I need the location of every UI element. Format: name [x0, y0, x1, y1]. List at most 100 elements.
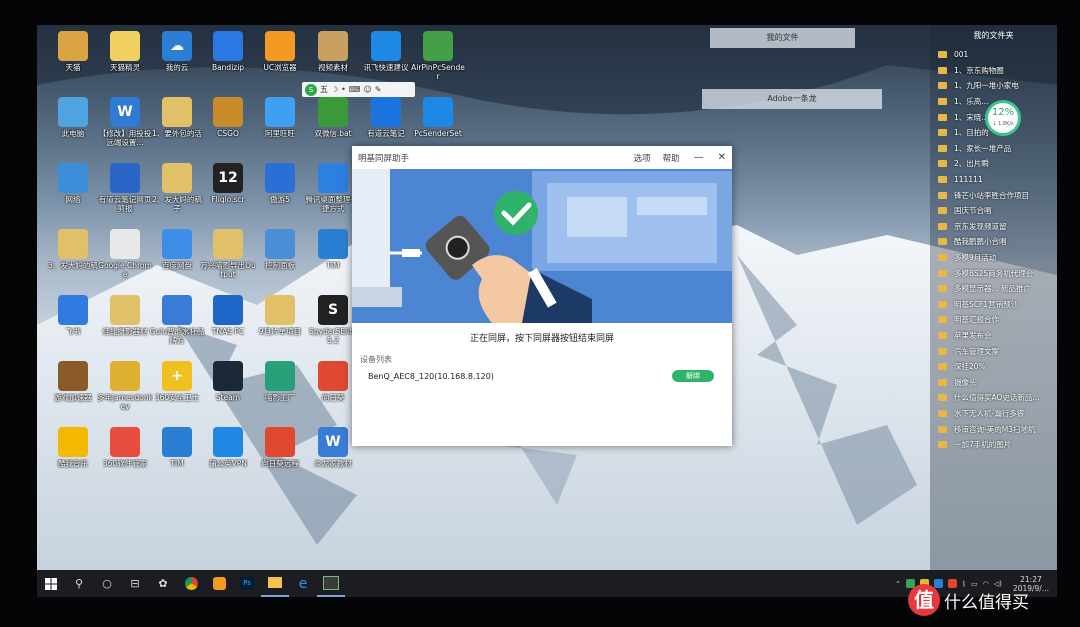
fence-folder-item[interactable]: 明基汇报合作	[930, 312, 1057, 328]
fence-folder-item[interactable]: 多模9月活动	[930, 250, 1057, 266]
dialog-titlebar[interactable]: 明基同屏助手 选项 帮助 — ✕	[352, 146, 732, 169]
fence-folder-item[interactable]: 国庆节合唱	[930, 203, 1057, 219]
desktop-icon[interactable]: 天猫精灵	[97, 31, 153, 91]
fence-folder-item[interactable]: 1、家长一堆产品	[930, 141, 1057, 157]
desktop-icon[interactable]: 2、发大妈的稿子	[149, 163, 205, 223]
pinwheel-icon[interactable]: ✿	[149, 570, 177, 597]
fence-folder-item[interactable]: 深挂20%	[930, 359, 1057, 375]
search-icon[interactable]: ⚲	[65, 570, 93, 597]
cortana-icon[interactable]: ○	[93, 570, 121, 597]
desktop-icon[interactable]: Google Chrome	[97, 229, 153, 289]
chrome-taskbar-icon[interactable]	[177, 570, 205, 597]
fence-folder-item[interactable]: 锋芒小站李胜合作项目	[930, 187, 1057, 203]
fence-folder-label: 什么值得买AO史话新品...	[954, 393, 1040, 403]
desktop-icon[interactable]: 飞书	[45, 295, 101, 355]
top-panel-adobe[interactable]: Adobe一条龙	[702, 89, 882, 109]
desktop-icon[interactable]: 此电脑	[45, 97, 101, 157]
file-explorer-taskbar-icon[interactable]	[261, 570, 289, 597]
desktop-icon[interactable]: UC浏览器	[252, 31, 308, 91]
close-button[interactable]: ✕	[718, 152, 726, 163]
desktop-icon[interactable]: Bandizip	[200, 31, 256, 91]
sogou-icon[interactable]: S	[305, 83, 317, 96]
windows-start-icon[interactable]	[37, 570, 65, 597]
tools-icon[interactable]: ✎	[375, 85, 382, 94]
desktop-icon[interactable]: W 【修改】用投投远端设置...	[97, 97, 153, 157]
desktop-icon[interactable]: 游戏加速器	[45, 361, 101, 421]
fence-folder-item[interactable]: 001	[930, 47, 1057, 63]
desktop-icon[interactable]: Steam	[200, 361, 256, 421]
desktop-icon[interactable]: 1、要外包的活	[149, 97, 205, 157]
fence-folder-item[interactable]: 1、九阳一堆小家电	[930, 78, 1057, 94]
desktop-icon[interactable]: 12 Fliqlo.scr	[200, 163, 256, 223]
desktop-icon[interactable]: 网络	[45, 163, 101, 223]
help-menu[interactable]: 帮助	[663, 152, 680, 164]
fence-folder-item[interactable]: 苹果发布会	[930, 328, 1057, 344]
desktop-icon[interactable]: 有道云笔记网页剪报	[97, 163, 153, 223]
task-view-icon[interactable]: ⊟	[121, 570, 149, 597]
desktop-icon[interactable]: Gulu智能水杯品牌方	[149, 295, 205, 355]
desktop-icon[interactable]: ☁ 我的云	[149, 31, 205, 91]
fence-folder-item[interactable]: 汽车管理文案	[930, 343, 1057, 359]
tray-arrow-icon[interactable]: ⌃	[895, 580, 901, 588]
fence-folder-label: 明基SCF1营销预沙	[954, 299, 1019, 309]
desktop-icon[interactable]: AirPinPcSender	[410, 31, 466, 91]
desktop-icon[interactable]: 喵影工厂	[252, 361, 308, 421]
folder-icon	[938, 238, 947, 246]
desktop-icon[interactable]: 向日葵远程	[252, 427, 308, 487]
uc-browser-taskbar-icon[interactable]	[205, 570, 233, 597]
moon-icon[interactable]: ☽	[331, 85, 338, 94]
desktop-icon[interactable]: TIM	[149, 427, 205, 487]
fence-folder-item[interactable]: 一加7手机的图片	[930, 437, 1057, 453]
screen-share-taskbar-icon[interactable]	[317, 570, 345, 597]
desktop-icon[interactable]: 佳能摄影器材	[97, 295, 153, 355]
folder-icon	[938, 285, 947, 293]
desktop-icon[interactable]: 万兴喵影导出Output	[200, 229, 256, 289]
fence-folder-item[interactable]: 什么值得买AO史话新品...	[930, 390, 1057, 406]
device-row[interactable]: BenQ_AEC8_120(10.168.8.120) 解绑	[360, 366, 722, 386]
app-icon	[110, 361, 140, 391]
desktop-icon[interactable]: TNAS PC	[200, 295, 256, 355]
desktop-icon[interactable]: 360软件管家	[97, 427, 153, 487]
top-panel-my-files[interactable]: 我的文件	[710, 28, 855, 48]
fence-folder-label: 1、家长一堆产品	[954, 143, 1012, 153]
desktop-icon[interactable]: +360安全卫士	[149, 361, 205, 421]
fence-folder-item[interactable]: 明基SCF1营销预沙	[930, 297, 1057, 313]
fence-folder-item[interactable]: 移审咨询-美的M3扫地机	[930, 421, 1057, 437]
fence-folder-label: 移审咨询-美的M3扫地机	[954, 424, 1036, 434]
ime-mode[interactable]: 五	[320, 84, 328, 95]
fence-folder-item[interactable]: 1、京东购物圈	[930, 63, 1057, 79]
fence-folder-item[interactable]: 111111	[930, 172, 1057, 188]
photoshop-taskbar-icon[interactable]: Ps	[233, 570, 261, 597]
ime-toolbar[interactable]: S 五 ☽ • ⌨ ☺ ✎	[302, 82, 415, 97]
unbind-button[interactable]: 解绑	[672, 370, 714, 382]
keyboard-icon[interactable]: ⌨	[349, 85, 361, 94]
fence-folder-item[interactable]: 2、出片瞬	[930, 156, 1057, 172]
desktop-icon[interactable]: 9月片单项目	[252, 295, 308, 355]
desktop-icon[interactable]: CSGO	[200, 97, 256, 157]
desktop-icon[interactable]: 多年jamesdonkey	[97, 361, 153, 421]
fence-folder-item[interactable]: 酷我鹏鹏小合唱	[930, 234, 1057, 250]
desktop-icon[interactable]: 蒲公英VPN	[200, 427, 256, 487]
network-speed-widget[interactable]: 12% ↓ 1.8K/s	[985, 100, 1021, 136]
fence-folder-item[interactable]: 水下无人机-瀚行多睿	[930, 406, 1057, 422]
folder-icon	[938, 222, 947, 230]
desktop-icon[interactable]: 酷我音乐	[45, 427, 101, 487]
app-icon	[162, 97, 192, 127]
fence-folder-item[interactable]: 多模BS2S商务机代理会	[930, 265, 1057, 281]
options-menu[interactable]: 选项	[634, 152, 651, 164]
user-icon[interactable]: ☺	[363, 85, 371, 94]
app-icon: ☁	[162, 31, 192, 61]
desktop-icon[interactable]: 控制面板	[252, 229, 308, 289]
dot-icon[interactable]: •	[341, 85, 346, 94]
desktop-icon[interactable]: 天猫	[45, 31, 101, 91]
desktop-icon[interactable]: 阿里旺旺	[252, 97, 308, 157]
desktop-icon[interactable]: 百度网盘	[149, 229, 205, 289]
fence-folder-item[interactable]: 多模显示器... 新品推广	[930, 281, 1057, 297]
desktop-icon-label: AirPinPcSender	[411, 63, 465, 81]
minimize-button[interactable]: —	[694, 152, 704, 163]
fence-folder-item[interactable]: 京东发现频道留	[930, 219, 1057, 235]
fence-folder-item[interactable]: 摄像头	[930, 374, 1057, 390]
desktop-icon[interactable]: 3、发大妈的稿	[45, 229, 101, 289]
desktop-icon[interactable]: 傲游5	[252, 163, 308, 223]
edge-taskbar-icon[interactable]: e	[289, 570, 317, 597]
